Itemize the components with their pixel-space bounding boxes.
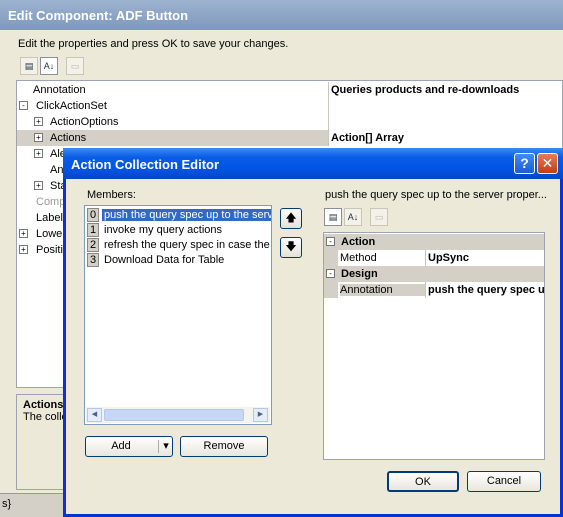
member-index: 2: [87, 238, 99, 252]
grid-row-name: Comp: [36, 196, 66, 208]
properties-toolbar: ▤ A↓ ▭: [324, 208, 388, 226]
add-button[interactable]: Add ▾: [85, 436, 173, 457]
member-text: push the query spec up to the server pro…: [102, 209, 271, 221]
expand-icon[interactable]: +: [34, 133, 43, 142]
grid-row-name: Label: [36, 212, 63, 224]
grid-row-name: An: [50, 164, 64, 176]
expand-icon[interactable]: +: [34, 117, 43, 126]
categorized-icon[interactable]: ▤: [324, 208, 342, 226]
grid-row-value[interactable]: Action[] Array: [328, 130, 562, 146]
property-name: Annotation: [340, 284, 425, 296]
members-label: Members:: [87, 189, 136, 201]
expand-icon[interactable]: +: [34, 149, 43, 158]
grid-row-value[interactable]: [328, 98, 562, 114]
move-up-icon[interactable]: 🡅: [280, 208, 302, 229]
alphabetical-sort-icon[interactable]: A↓: [344, 208, 362, 226]
dialog-title: Action Collection Editor: [63, 148, 563, 179]
property-row[interactable]: Method UpSync: [324, 250, 544, 266]
cancel-button[interactable]: Cancel: [467, 471, 541, 492]
members-horizontal-scrollbar[interactable]: ◀ ▶: [86, 407, 270, 423]
grid-row-name: Annotation: [33, 84, 86, 96]
property-name: Method: [340, 252, 377, 264]
window-title: Edit Component: ADF Button: [0, 0, 563, 30]
expand-icon[interactable]: +: [34, 181, 43, 190]
ok-button[interactable]: OK: [387, 471, 459, 492]
remove-button[interactable]: Remove: [180, 436, 268, 457]
grid-row-name: ClickActionSet: [36, 100, 107, 112]
grid-row-name: ActionOptions: [50, 116, 119, 128]
member-index: 1: [87, 223, 99, 237]
grid-row[interactable]: - ClickActionSet: [17, 98, 562, 114]
categorized-icon[interactable]: ▤: [20, 57, 38, 75]
expand-icon[interactable]: +: [19, 245, 28, 254]
category-name: Design: [341, 268, 378, 280]
outer-toolbar: ▤ A↓ ▭: [20, 57, 84, 75]
property-row-selected[interactable]: Annotation push the query spec up to the…: [324, 282, 544, 298]
scroll-left-icon[interactable]: ◀: [87, 408, 102, 422]
collapse-icon[interactable]: -: [326, 237, 335, 246]
property-pages-icon: ▭: [370, 208, 388, 226]
grid-row[interactable]: + ActionOptions: [17, 114, 562, 130]
member-item[interactable]: 3 Download Data for Table: [87, 253, 271, 268]
move-down-icon[interactable]: 🡇: [280, 237, 302, 258]
member-item-selected[interactable]: 0push the query spec up to the server pr…: [87, 208, 271, 223]
scrollbar-thumb[interactable]: [104, 409, 244, 421]
dropdown-arrow-icon[interactable]: ▾: [160, 437, 172, 456]
grid-row-name: Actions: [50, 132, 87, 144]
properties-label: push the query spec up to the server pro…: [325, 189, 547, 201]
member-text: invoke my query actions: [104, 224, 222, 236]
member-index: 0: [87, 208, 99, 222]
action-collection-editor-dialog: Action Collection Editor ? ✕ Members: 0p…: [63, 148, 563, 517]
close-icon[interactable]: ✕: [537, 153, 558, 174]
member-text: refresh the query spec in case the serve…: [104, 239, 271, 251]
member-text: Download Data for Table: [104, 254, 225, 266]
collapse-icon[interactable]: -: [19, 101, 28, 110]
property-value[interactable]: UpSync: [425, 250, 544, 266]
members-list[interactable]: 0push the query spec up to the server pr…: [84, 205, 272, 425]
grid-row-value[interactable]: Queries products and re-downloads: [328, 82, 562, 98]
grid-row-name: Lower: [36, 228, 66, 240]
help-button-icon[interactable]: ?: [514, 153, 535, 174]
member-item[interactable]: 2 refresh the query spec in case the serv…: [87, 238, 271, 253]
member-item[interactable]: 1 invoke my query actions: [87, 223, 271, 238]
grid-row-value[interactable]: [328, 114, 562, 130]
member-property-grid: - Action Method UpSync - Design Annotati…: [323, 232, 545, 460]
category-name: Action: [341, 236, 376, 248]
category-row-design[interactable]: - Design: [324, 266, 544, 282]
alphabetical-sort-icon[interactable]: A↓: [40, 57, 58, 75]
property-pages-icon: ▭: [66, 57, 84, 75]
grid-row[interactable]: Annotation Queries products and re-downl…: [17, 82, 562, 98]
category-row-action[interactable]: - Action: [324, 234, 544, 250]
add-button-label: Add: [111, 440, 131, 452]
property-value[interactable]: push the query spec up to the server pro…: [425, 282, 544, 298]
member-index: 3: [87, 253, 99, 267]
grid-row-selected[interactable]: + Actions Action[] Array: [17, 130, 562, 146]
scroll-right-icon[interactable]: ▶: [253, 408, 268, 422]
window-description: Edit the properties and press OK to save…: [18, 38, 289, 50]
collapse-icon[interactable]: -: [326, 269, 335, 278]
expand-icon[interactable]: +: [19, 229, 28, 238]
